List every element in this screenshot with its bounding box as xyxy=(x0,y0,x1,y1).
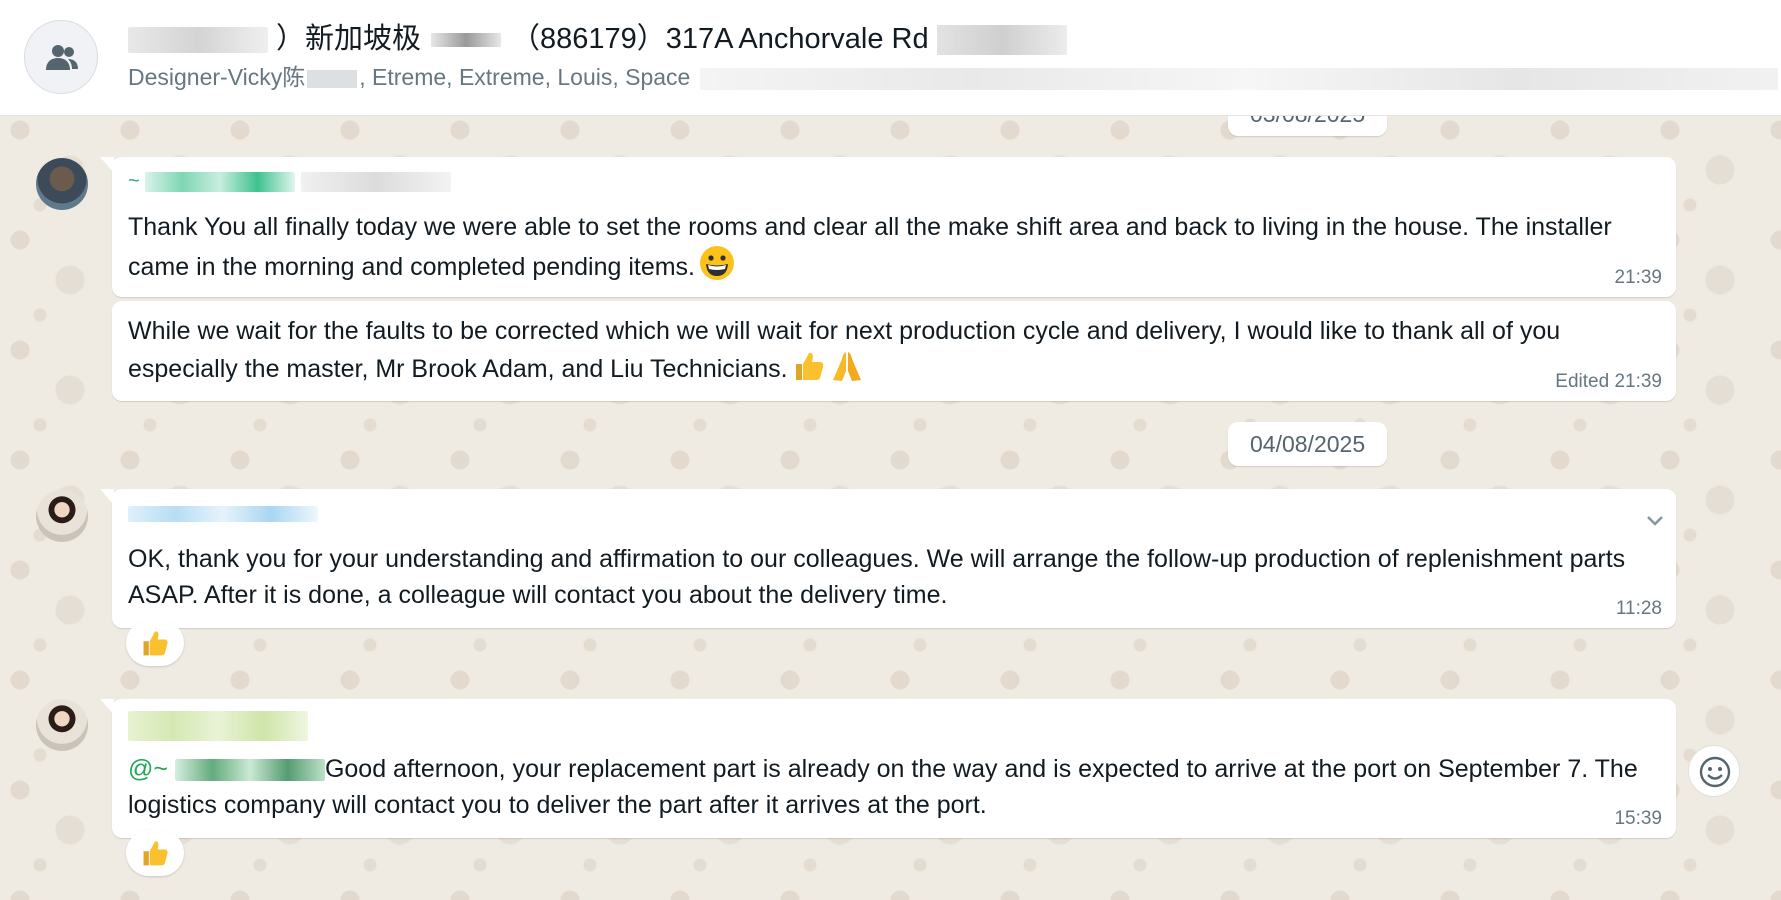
thumbs-up-icon xyxy=(792,349,826,393)
group-icon xyxy=(46,45,78,70)
chevron-down-icon[interactable] xyxy=(1644,509,1666,531)
message-time: 11:28 xyxy=(1615,598,1662,619)
redacted-block xyxy=(128,711,308,741)
title-address: （886179）317A Anchorvale Rd xyxy=(511,23,929,55)
sender-avatar[interactable] xyxy=(36,699,88,751)
date-divider: 04/08/2025 xyxy=(1228,422,1388,466)
message-bubble[interactable]: While we wait for the faults to be corre… xyxy=(112,301,1676,401)
reaction-badge[interactable] xyxy=(126,830,184,876)
sender-name[interactable] xyxy=(128,711,308,741)
redacted-block xyxy=(307,69,358,88)
message-time: 15:39 xyxy=(1614,808,1662,829)
reaction-badge[interactable] xyxy=(126,620,184,666)
chat-header[interactable]: ）新加坡极 （886179）317A Anchorvale Rd Designer… xyxy=(0,0,1781,116)
redacted-block xyxy=(145,171,296,192)
sender-name[interactable] xyxy=(128,501,318,525)
redacted-block xyxy=(174,759,325,782)
redacted-block xyxy=(128,27,268,54)
group-avatar[interactable] xyxy=(24,20,98,94)
mention-tag[interactable]: @~ xyxy=(128,755,168,783)
message-text: While we wait for the faults to be corre… xyxy=(128,313,1658,393)
thumbs-up-icon xyxy=(143,631,168,656)
sender-name[interactable]: ~ xyxy=(128,169,451,193)
message-time: Edited 21:39 xyxy=(1555,371,1662,392)
message-text: Thank You all finally today we were able… xyxy=(128,209,1658,291)
message-text: @~ Good afternoon, your replacement part… xyxy=(128,755,1638,819)
member-names: Designer-Vicky陈 xyxy=(128,64,306,90)
redacted-block xyxy=(128,505,318,522)
message-bubble[interactable]: @~ Good afternoon, your replacement part… xyxy=(100,699,1676,838)
message-time: 21:39 xyxy=(1614,267,1662,288)
grinning-face-icon xyxy=(699,245,735,291)
thumbs-up-icon xyxy=(143,841,168,866)
folded-hands-icon xyxy=(830,349,864,393)
sender-avatar[interactable] xyxy=(36,490,88,542)
title-prefix: ） xyxy=(276,23,306,55)
smiley-icon xyxy=(1699,756,1731,788)
title-chinese: 新加坡极 xyxy=(305,23,422,55)
redacted-block xyxy=(431,33,502,48)
sender-avatar[interactable] xyxy=(36,158,88,210)
message-bubble[interactable]: ~ Thank You all finally today we were ab… xyxy=(100,157,1676,297)
redacted-block xyxy=(936,25,1067,56)
edited-label: Edited xyxy=(1555,371,1610,392)
message-text: OK, thank you for your understanding and… xyxy=(128,545,1626,609)
member-names-rest: , Etreme, Extreme, Louis, Space xyxy=(359,64,691,90)
message-bubble[interactable]: OK, thank you for your understanding and… xyxy=(100,489,1676,628)
redacted-block xyxy=(300,171,451,192)
group-title[interactable]: ）新加坡极 （886179）317A Anchorvale Rd xyxy=(128,20,1128,58)
react-emoji-button[interactable] xyxy=(1688,745,1740,797)
redacted-block xyxy=(700,67,1778,90)
group-members[interactable]: Designer-Vicky陈 , Etreme, Extreme, Louis,… xyxy=(128,64,1778,90)
